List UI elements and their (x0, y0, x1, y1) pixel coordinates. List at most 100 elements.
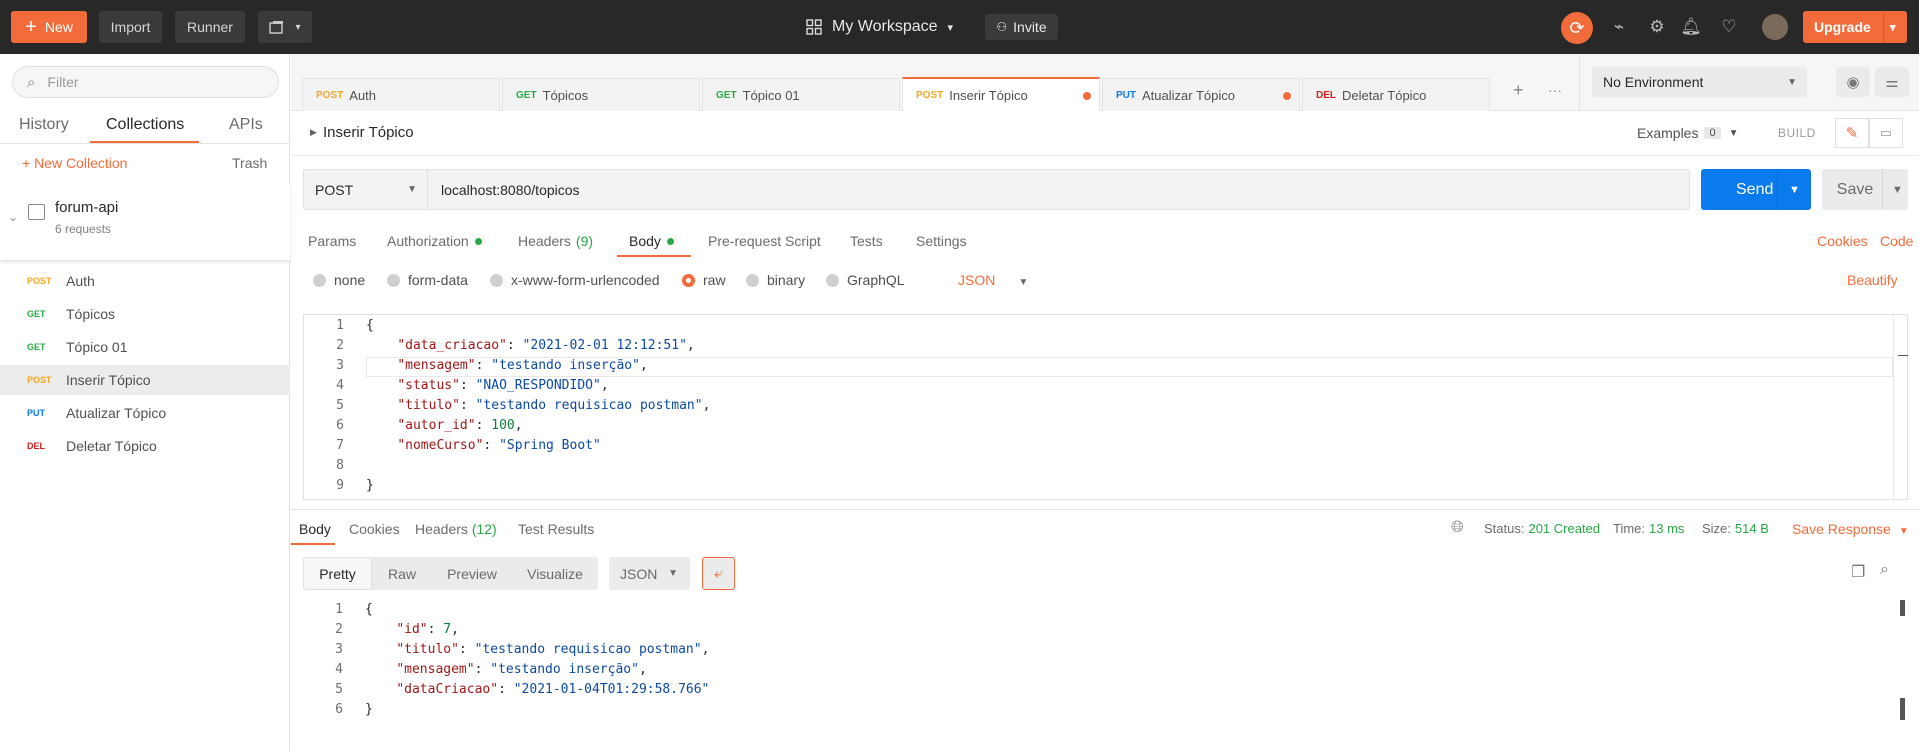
examples-dropdown[interactable]: Examples 0 ▼ (1637, 125, 1739, 141)
edit-icon[interactable]: ✎ (1835, 118, 1869, 148)
url-input[interactable]: localhost:8080/topicos (428, 169, 1690, 210)
upgrade-button[interactable]: Upgrade ▾ (1803, 11, 1907, 43)
sidebar-request-item[interactable]: GET Tópico 01 (0, 332, 290, 362)
line-text: "nomeCurso": "Spring Boot" (397, 438, 601, 453)
settings-icon[interactable]: ⚙ (1646, 16, 1668, 38)
radio-binary[interactable]: binary (746, 272, 805, 288)
tab-params[interactable]: Params (308, 233, 356, 249)
request-tab[interactable]: GET Tópicos (502, 78, 700, 111)
sidebar-request-item[interactable]: POST Inserir Tópico (0, 365, 290, 395)
radio-graphql[interactable]: GraphQL (826, 272, 905, 288)
sidebar-tab-history[interactable]: History (19, 116, 69, 134)
view-visualize[interactable]: Visualize (512, 557, 598, 590)
response-body-viewer[interactable]: 1{2 "id": 7, 3 "titulo": "testando requis… (303, 600, 1908, 751)
sidebar-request-item[interactable]: GET Tópicos (0, 299, 290, 329)
method-badge: PUT (1116, 89, 1136, 101)
response-format-select[interactable]: JSON ▼ (609, 557, 690, 590)
sliders-icon[interactable]: ⚌ (1875, 67, 1909, 97)
eye-icon[interactable]: ◉ (1836, 67, 1870, 97)
request-tab[interactable]: POST Inserir Tópico (902, 77, 1100, 111)
tab-headers[interactable]: Headers (9) (518, 233, 593, 249)
invite-button[interactable]: ⚇ Invite (985, 14, 1058, 40)
tab-authorization[interactable]: Authorization (387, 233, 482, 249)
wrap-lines-button[interactable]: ⤶ (702, 557, 735, 590)
tab-pre-request-script[interactable]: Pre-request Script (708, 233, 821, 249)
import-button[interactable]: Import (99, 11, 162, 43)
line-text: "id": 7, (396, 622, 459, 637)
request-tab[interactable]: DEL Deletar Tópico (1302, 78, 1490, 111)
bell-icon[interactable]: 🔔︎ (1680, 16, 1702, 38)
resp-tab-cookies[interactable]: Cookies (349, 521, 400, 537)
more-icon[interactable]: ··· (1548, 82, 1562, 98)
collection-name: forum-api (55, 199, 119, 216)
tab-settings[interactable]: Settings (916, 233, 967, 249)
chevron-down-icon: ▼ (1898, 526, 1909, 537)
sidebar-tab-collections[interactable]: Collections (106, 116, 184, 134)
line-text: } (366, 478, 374, 493)
build-label[interactable]: BUILD (1778, 126, 1816, 140)
runner-button[interactable]: Runner (175, 11, 245, 43)
resp-tab-body[interactable]: Body (299, 521, 331, 537)
save-response-button[interactable]: Save Response ▼ (1792, 521, 1909, 537)
save-button[interactable]: Save ▼ (1822, 169, 1908, 210)
send-button[interactable]: Send ▼ (1701, 169, 1811, 210)
chevron-down-icon[interactable]: ⌄ (8, 210, 18, 224)
method-select[interactable]: POST ▼ (303, 169, 428, 210)
copy-icon[interactable]: ❐ (1851, 562, 1865, 582)
comment-icon[interactable]: ▭ (1869, 118, 1903, 148)
view-raw[interactable]: Raw (372, 557, 432, 590)
environment-select[interactable]: No Environment ▼ (1592, 67, 1807, 97)
body-format-select[interactable]: JSON ▼ (958, 272, 1028, 288)
method-badge: GET (516, 89, 537, 101)
heart-icon[interactable]: ♡ (1718, 16, 1740, 38)
unsaved-dot (1283, 92, 1291, 100)
sidebar-request-item[interactable]: POST Auth (0, 266, 290, 296)
radio-form-data[interactable]: form-data (387, 272, 468, 288)
new-collection-button[interactable]: + New Collection (22, 155, 127, 171)
satellite-icon[interactable]: ⌁ (1608, 16, 1630, 38)
tab-tests[interactable]: Tests (850, 233, 883, 249)
code-line: 3 "titulo": "testando requisicao postman… (303, 640, 1908, 660)
chevron-down-icon[interactable]: ▾ (1890, 21, 1896, 34)
request-tab[interactable]: GET Tópico 01 (702, 78, 900, 111)
globe-icon[interactable]: 🌐︎ (1451, 519, 1464, 537)
chevron-right-icon[interactable]: ▶ (310, 127, 317, 138)
request-title[interactable]: Inserir Tópico (323, 124, 414, 141)
line-text: "status": "NAO_RESPONDIDO", (397, 378, 609, 393)
line-number: 4 (336, 378, 344, 393)
view-pretty[interactable]: Pretty (303, 557, 372, 590)
avatar[interactable] (1762, 14, 1788, 40)
chevron-down-icon[interactable]: ▼ (1892, 184, 1903, 196)
view-preview[interactable]: Preview (432, 557, 512, 590)
search-icon[interactable]: ⌕ (1880, 561, 1889, 579)
sidebar-tab-apis[interactable]: APIs (229, 116, 263, 134)
chevron-down-icon: ▼ (1728, 127, 1739, 139)
sync-icon[interactable]: ⟳ (1561, 12, 1593, 44)
sidebar-request-item[interactable]: PUT Atualizar Tópico (0, 398, 290, 428)
radio-x-www-form-urlencoded[interactable]: x-www-form-urlencoded (490, 272, 660, 288)
add-tab-icon[interactable]: + (1513, 80, 1524, 101)
unsaved-dot (1083, 92, 1091, 100)
trash-link[interactable]: Trash (232, 155, 267, 171)
collection-forum-api[interactable]: ⌄ forum-api 6 requests (0, 184, 290, 260)
cookies-link[interactable]: Cookies (1817, 233, 1868, 249)
beautify-link[interactable]: Beautify (1847, 272, 1898, 288)
line-number: 2 (336, 338, 344, 353)
sidebar-request-item[interactable]: DEL Deletar Tópico (0, 431, 290, 461)
tab-body[interactable]: Body (629, 233, 674, 249)
new-window-button[interactable]: ▾ (258, 11, 312, 43)
request-name: Tópico 01 (66, 339, 128, 355)
resp-tab-test-results[interactable]: Test Results (518, 521, 594, 537)
request-tab[interactable]: PUT Atualizar Tópico (1102, 78, 1300, 111)
code-link[interactable]: Code (1880, 233, 1913, 249)
resp-tab-headers[interactable]: Headers (12) (415, 521, 497, 537)
collection-count: 6 requests (55, 222, 112, 236)
new-button[interactable]: + New (11, 11, 87, 43)
radio-none[interactable]: none (313, 272, 365, 288)
request-tab[interactable]: POST Auth (302, 78, 500, 111)
filter-input[interactable]: ⌕ Filter (12, 66, 279, 98)
chevron-down-icon[interactable]: ▼ (1789, 184, 1800, 196)
request-body-editor[interactable]: 1{2 "data_criacao": "2021-02-01 12:12:51… (303, 314, 1908, 500)
radio-raw[interactable]: raw (682, 272, 726, 288)
workspace-switcher[interactable]: My Workspace ▾ (806, 14, 953, 40)
